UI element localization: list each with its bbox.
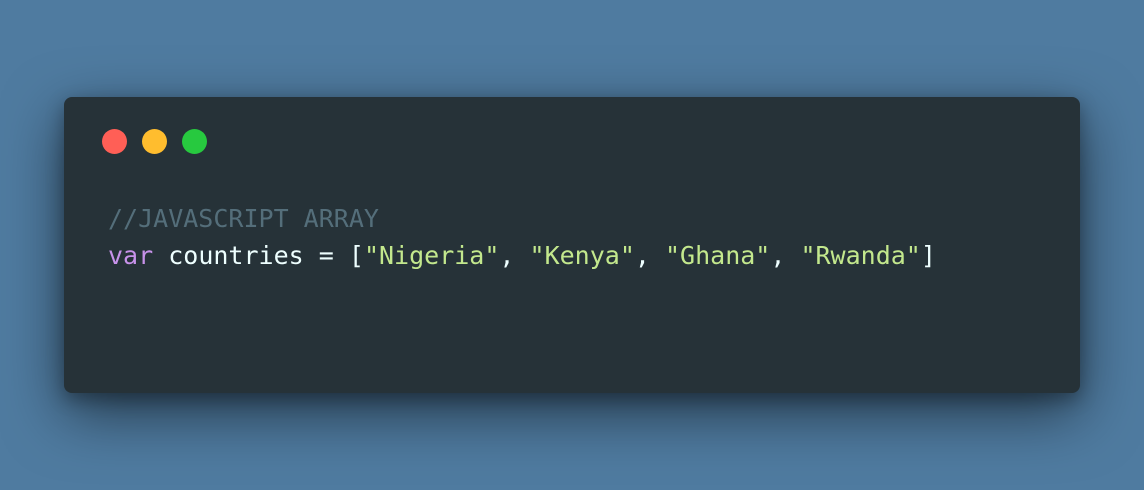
code-comment: //JAVASCRIPT ARRAY (108, 204, 379, 233)
comma-separator: , (770, 241, 801, 270)
string-literal: "Nigeria" (363, 241, 500, 270)
assign-operator: = (318, 241, 334, 270)
variable-name: countries (168, 241, 304, 270)
comma-separator: , (634, 241, 665, 270)
string-literal: "Ghana" (664, 241, 771, 270)
keyword-var: var (108, 241, 154, 270)
code-line-comment: //JAVASCRIPT ARRAY (108, 200, 936, 237)
minimize-window-button[interactable] (142, 129, 167, 154)
maximize-window-button[interactable] (182, 129, 207, 154)
string-literal: "Kenya" (529, 241, 635, 270)
window-controls (102, 129, 207, 154)
string-literal: "Rwanda" (800, 241, 921, 270)
code-block: //JAVASCRIPT ARRAY var countries = ["Nige… (108, 200, 936, 274)
close-window-button[interactable] (102, 129, 127, 154)
open-bracket: [ (348, 241, 364, 270)
close-bracket: ] (920, 241, 936, 270)
code-line-declaration: var countries = ["Nigeria", "Kenya", "Gh… (108, 237, 936, 274)
code-window: //JAVASCRIPT ARRAY var countries = ["Nige… (64, 97, 1080, 393)
comma-separator: , (499, 241, 530, 270)
